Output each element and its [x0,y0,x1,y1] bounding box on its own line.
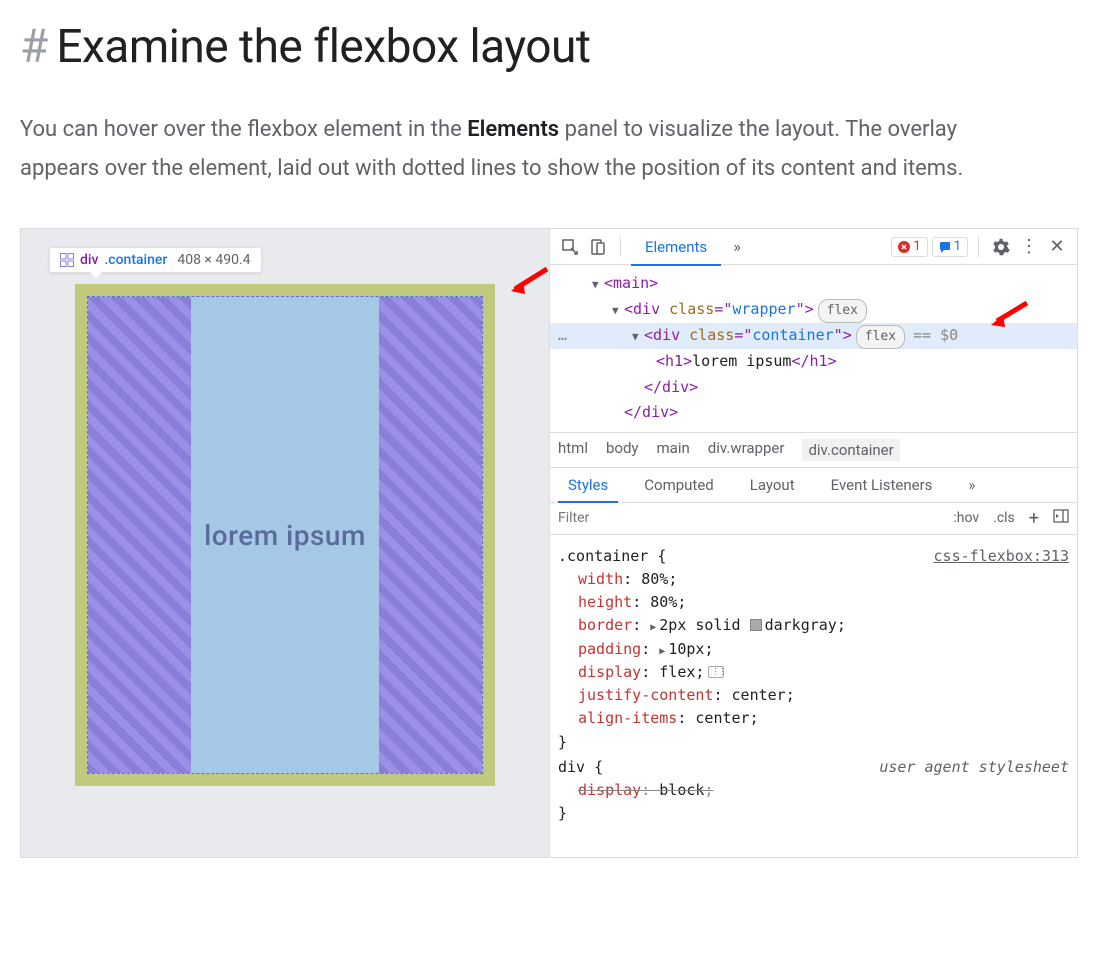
tooltip-tag: div [80,252,98,268]
dom-tree[interactable]: ▼<main> ▼<div class="wrapper">flex …▼<di… [550,265,1077,431]
expand-icon[interactable]: ▶ [659,646,665,657]
disclosure-triangle-icon[interactable]: ▼ [632,328,644,347]
dom-breadcrumb[interactable]: html body main div.wrapper div.container [550,432,1077,468]
intro-bold: Elements [467,117,559,142]
decl-justify[interactable]: justify-content: center; [558,684,1069,707]
devtools-toolbar: Elements » 1 1 ⋮ ✕ [550,229,1077,265]
flex-overlay-outer: lorem ipsum [75,284,495,786]
tooltip-class: .container [104,252,167,268]
toggle-device-icon[interactable] [586,235,610,259]
breadcrumb-main[interactable]: main [657,439,690,461]
more-tabs[interactable]: » [725,235,749,259]
ua-stylesheet-label: user agent stylesheet [879,756,1069,779]
elements-tab[interactable]: Elements [631,229,721,265]
inspect-tooltip: div .container 408 × 490.4 [49,247,262,273]
more-subtabs[interactable]: » [950,468,993,502]
close-icon[interactable]: ✕ [1045,235,1069,259]
heading-title: Examine the flexbox layout [56,20,590,74]
flex-icon [60,253,74,267]
intro-paragraph: You can hover over the flexbox element i… [20,110,1040,188]
issues-badge[interactable]: 1 [932,237,968,257]
flex-space-right [379,297,482,773]
divider [620,237,621,257]
dom-close-div[interactable]: </div> [550,400,1077,426]
tooltip-dimensions: 408 × 490.4 [177,252,250,268]
decl-height[interactable]: height: 80%; [558,591,1069,614]
rule-container: .container { css-flexbox:313 [558,545,1069,568]
red-arrow-left [509,267,549,297]
styles-filter-bar: :hov .cls + [550,503,1077,535]
tab-styles[interactable]: Styles [550,468,626,502]
dom-close-div[interactable]: </div> [550,375,1077,401]
preview-content-text: lorem ipsum [204,519,366,552]
breadcrumb-html[interactable]: html [558,439,588,461]
rule-div-ua: div { user agent stylesheet [558,756,1069,779]
color-swatch[interactable] [750,619,762,631]
decl-width[interactable]: width: 80%; [558,568,1069,591]
divider [978,237,979,257]
disclosure-triangle-icon[interactable]: ▼ [612,302,624,321]
tab-event-listeners[interactable]: Event Listeners [813,468,951,502]
devtools-panel: Elements » 1 1 ⋮ ✕ ▼<main> ▼<div class="… [549,229,1077,857]
new-rule-button[interactable]: + [1029,508,1039,529]
breadcrumb-body[interactable]: body [606,439,639,461]
sidebar-toggle-icon[interactable] [1053,509,1069,527]
filter-input[interactable] [558,510,939,526]
kebab-menu-icon[interactable]: ⋮ [1017,235,1041,259]
decl-display[interactable]: display: flex; [558,661,1069,684]
source-link[interactable]: css-flexbox:313 [934,545,1069,568]
decl-border[interactable]: border: ▶2px solid darkgray; [558,614,1069,637]
expand-icon[interactable]: ▶ [650,622,656,633]
settings-icon[interactable] [989,235,1013,259]
breadcrumb-container-selected[interactable]: div.container [802,439,899,461]
flex-space-left [88,297,191,773]
decl-display-overridden[interactable]: display: block; [558,779,1069,802]
styles-subtabs: Styles Computed Layout Event Listeners » [550,468,1077,503]
inspect-element-icon[interactable] [558,235,582,259]
cls-toggle[interactable]: .cls [993,510,1015,526]
page-heading: # Examine the flexbox layout [20,20,1078,74]
styles-pane[interactable]: .container { css-flexbox:313 width: 80%;… [550,535,1077,858]
dom-node-main[interactable]: ▼<main> [550,271,1077,297]
ellipsis-icon[interactable]: … [558,323,567,349]
tab-layout[interactable]: Layout [732,468,813,502]
heading-hash: # [20,20,48,74]
page-preview-pane: div .container 408 × 490.4 lorem ipsum [21,229,549,857]
flexbox-editor-icon[interactable] [708,666,724,678]
breadcrumb-wrapper[interactable]: div.wrapper [708,439,785,461]
tab-computed[interactable]: Computed [626,468,732,502]
decl-padding[interactable]: padding: ▶10px; [558,638,1069,661]
devtools-screenshot: div.container 408 × 490.4 lorem ipsum El… [20,228,1078,858]
dollar-zero: == $0 [913,326,958,344]
disclosure-triangle-icon[interactable]: ▼ [592,276,604,295]
red-arrow-right [989,301,1029,329]
hov-toggle[interactable]: :hov [953,510,979,526]
flex-badge[interactable]: flex [818,299,867,323]
flex-overlay-inner: lorem ipsum [87,296,483,774]
flex-badge[interactable]: flex [856,325,905,349]
decl-align[interactable]: align-items: center; [558,707,1069,730]
error-badge[interactable]: 1 [891,237,927,257]
dom-node-h1[interactable]: <h1>lorem ipsum</h1> [550,349,1077,375]
